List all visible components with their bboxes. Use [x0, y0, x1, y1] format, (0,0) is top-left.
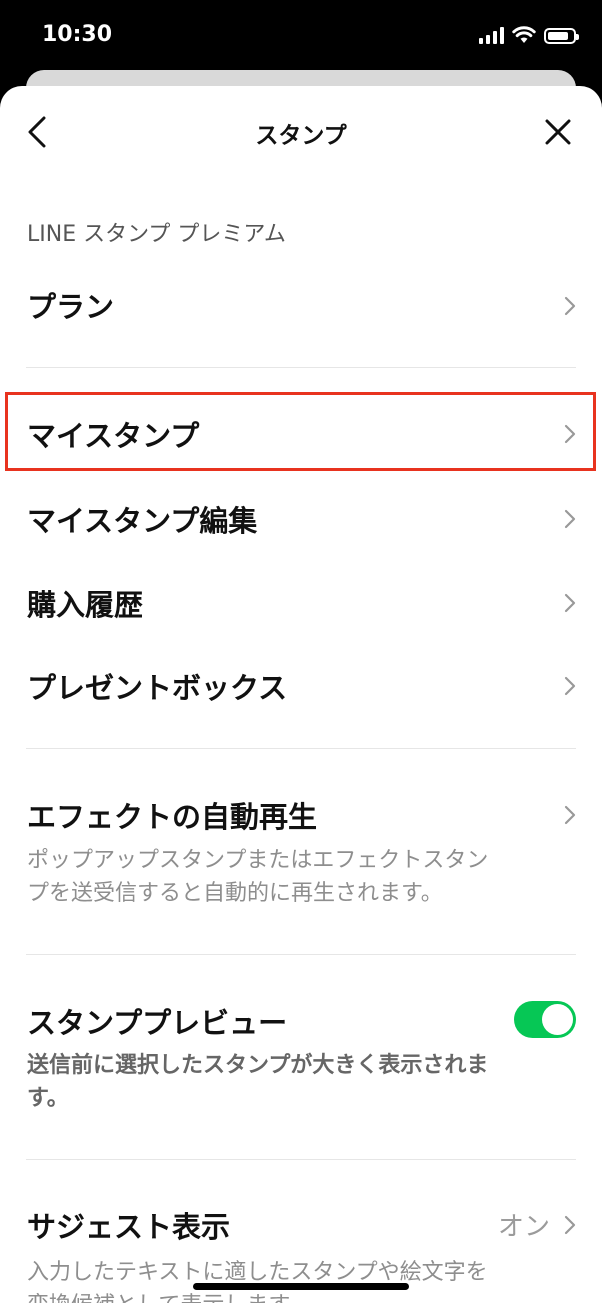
- row-my-stamp-edit[interactable]: マイスタンプ編集: [0, 486, 602, 548]
- row-stamp-preview: スタンププレビュー: [0, 986, 602, 1052]
- row-plan[interactable]: プラン: [0, 276, 602, 336]
- suggest-description: 入力したテキストに適したスタンプや絵文字を 変換候補として表示します。: [27, 1256, 567, 1303]
- wifi-icon: [512, 26, 536, 43]
- row-label: スタンププレビュー: [27, 1006, 288, 1040]
- row-label: エフェクトの自動再生: [27, 800, 318, 834]
- divider: [26, 1159, 576, 1160]
- divider: [26, 748, 576, 749]
- page-title: スタンプ: [255, 123, 347, 149]
- highlight-box: [5, 392, 596, 471]
- divider: [26, 954, 576, 955]
- desc-line: 送信前に選択したスタンプが大きく表示されま: [27, 1053, 489, 1078]
- row-label: サジェスト表示: [27, 1210, 231, 1244]
- row-effect-autoplay[interactable]: エフェクトの自動再生: [0, 782, 602, 844]
- stamp-settings-sheet: スタンプ LINE スタンプ プレミアム プラン マイスタンプ マイスタンプ編集…: [0, 86, 602, 1303]
- stamp-preview-description: 送信前に選択したスタンプが大きく表示されま す。: [27, 1049, 567, 1115]
- row-label: プレゼントボックス: [27, 671, 288, 705]
- row-label: プラン: [27, 290, 115, 324]
- row-purchase-history[interactable]: 購入履歴: [0, 570, 602, 632]
- status-icons: [479, 26, 579, 44]
- desc-line: ポップアップスタンプまたはエフェクトスタン: [27, 848, 489, 873]
- suggest-value: オン: [497, 1212, 550, 1242]
- divider: [26, 367, 576, 368]
- close-icon[interactable]: [544, 118, 572, 146]
- desc-line: す。: [27, 1086, 69, 1111]
- chevron-right-icon: [564, 805, 576, 825]
- header: スタンプ: [0, 86, 602, 176]
- desc-line: プを送受信すると自動的に再生されます。: [27, 881, 443, 906]
- battery-icon: [544, 28, 579, 44]
- chevron-right-icon: [564, 676, 576, 696]
- stamp-preview-toggle[interactable]: [514, 1001, 576, 1038]
- row-label: マイスタンプ編集: [27, 504, 258, 538]
- status-time: 10:30: [42, 22, 113, 47]
- toggle-knob: [542, 1004, 573, 1035]
- chevron-right-icon: [564, 593, 576, 613]
- signal-icon: [479, 26, 504, 44]
- desc-line: 変換候補として表示します。: [27, 1289, 567, 1303]
- chevron-right-icon: [564, 509, 576, 529]
- home-indicator[interactable]: [193, 1283, 409, 1290]
- chevron-right-icon: [564, 1215, 576, 1235]
- section-label-premium: LINE スタンプ プレミアム: [27, 222, 286, 247]
- row-present-box[interactable]: プレゼントボックス: [0, 653, 602, 715]
- chevron-right-icon: [564, 296, 576, 316]
- row-suggest[interactable]: サジェスト表示 オン: [0, 1192, 602, 1254]
- row-label: 購入履歴: [27, 588, 144, 622]
- effect-autoplay-description: ポップアップスタンプまたはエフェクトスタン プを送受信すると自動的に再生されます…: [27, 844, 567, 910]
- status-bar: 10:30: [0, 0, 602, 70]
